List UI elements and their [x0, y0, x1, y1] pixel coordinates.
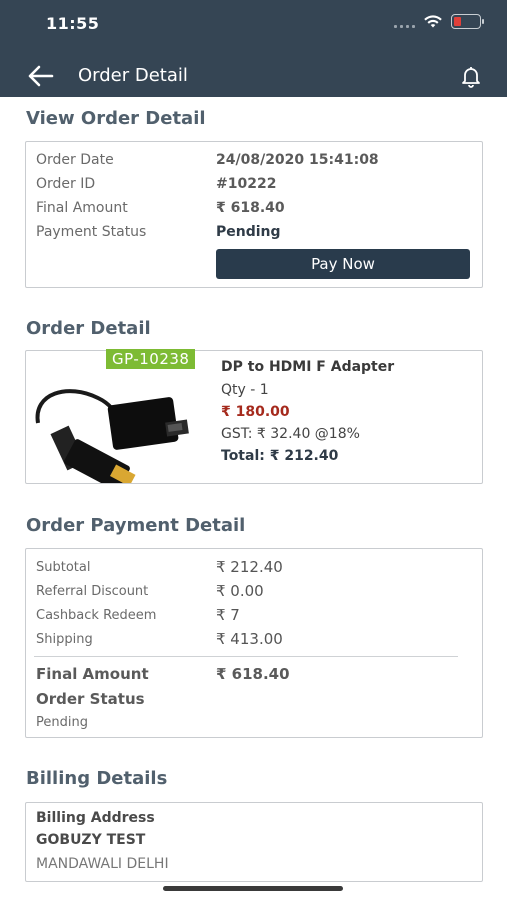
final-amount-total-value: ₹ 618.40	[216, 665, 290, 683]
order-date-label: Order Date	[36, 152, 114, 168]
billing-card: Billing Address GOBUZY TEST MANDAWALI DE…	[25, 802, 483, 882]
signal-icon	[394, 16, 415, 28]
final-amount-label: Final Amount	[36, 200, 128, 216]
product-price: ₹ 180.00	[221, 404, 290, 420]
order-status-value: Pending	[36, 715, 88, 730]
billing-address-label: Billing Address	[36, 810, 155, 826]
final-amount-value: ₹ 618.40	[216, 200, 285, 216]
shipping-label: Shipping	[36, 632, 93, 647]
final-amount-total-label: Final Amount	[36, 665, 149, 683]
order-date-value: 24/08/2020 15:41:08	[216, 152, 379, 168]
product-image	[35, 389, 189, 483]
cashback-redeem-label: Cashback Redeem	[36, 608, 157, 623]
billing-name: GOBUZY TEST	[36, 832, 146, 848]
sku-badge: GP-10238	[106, 349, 196, 369]
shipping-value: ₹ 413.00	[216, 630, 283, 648]
cashback-redeem-value: ₹ 7	[216, 606, 240, 624]
referral-discount-label: Referral Discount	[36, 584, 149, 599]
order-summary-card: Order Date 24/08/2020 15:41:08 Order ID …	[25, 141, 483, 288]
order-status-label: Order Status	[36, 690, 145, 708]
referral-discount-value: ₹ 0.00	[216, 582, 264, 600]
payment-divider	[34, 656, 458, 657]
order-id-value: #10222	[216, 176, 277, 192]
billing-section-title: Billing Details	[26, 768, 168, 789]
battery-icon	[451, 14, 484, 29]
view-order-section-title: View Order Detail	[26, 108, 206, 129]
product-qty: Qty - 1	[221, 382, 269, 398]
product-total: Total: ₹ 212.40	[221, 448, 339, 464]
bell-icon[interactable]	[459, 64, 483, 88]
subtotal-value: ₹ 212.40	[216, 558, 283, 576]
wifi-icon	[424, 15, 442, 28]
top-bar: 11:55 Order Detail	[0, 0, 507, 97]
subtotal-label: Subtotal	[36, 560, 91, 575]
order-detail-section-title: Order Detail	[26, 318, 151, 339]
payment-status-value: Pending	[216, 224, 281, 240]
home-indicator	[163, 886, 343, 891]
status-icons	[394, 14, 484, 29]
product-name: DP to HDMI F Adapter	[221, 359, 395, 375]
pay-now-button[interactable]: Pay Now	[216, 249, 470, 279]
product-gst: GST: ₹ 32.40 @18%	[221, 426, 360, 442]
payment-status-label: Payment Status	[36, 224, 147, 240]
page-title: Order Detail	[78, 65, 188, 86]
order-item-card[interactable]: GP-10238 DP to HDMI F Adapter Qty - 1 ₹ …	[25, 349, 483, 484]
payment-detail-section-title: Order Payment Detail	[26, 515, 246, 536]
back-arrow-icon[interactable]	[24, 60, 56, 92]
payment-detail-card: Subtotal ₹ 212.40 Referral Discount ₹ 0.…	[25, 548, 483, 738]
order-id-label: Order ID	[36, 176, 96, 192]
billing-address-line: MANDAWALI DELHI	[36, 856, 169, 872]
status-time: 11:55	[46, 14, 100, 33]
